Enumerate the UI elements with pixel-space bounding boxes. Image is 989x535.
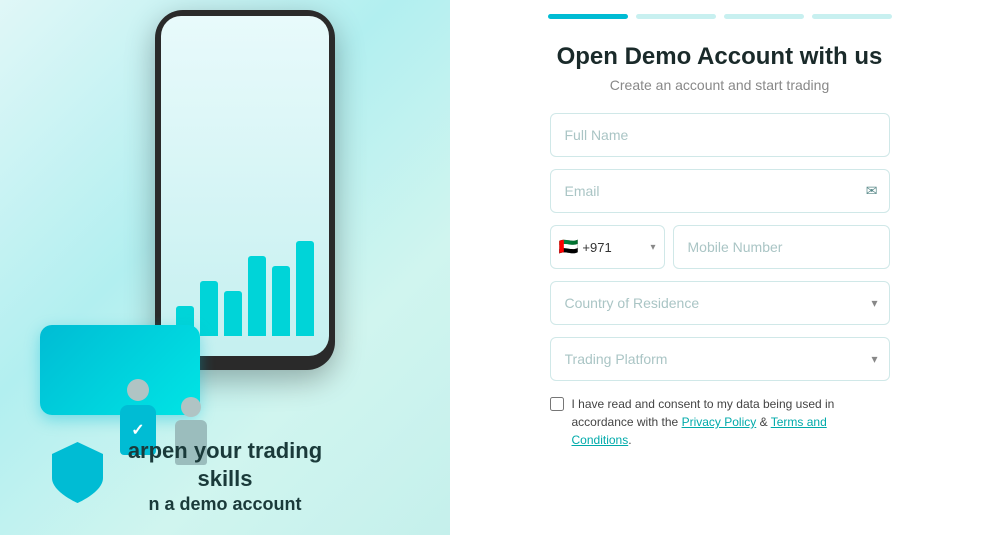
bar-4 (248, 256, 266, 336)
form-container: ✉ 🇦🇪 +971 ▾ Country of Residence United … (550, 113, 890, 449)
consent-checkbox[interactable] (550, 397, 564, 411)
mobile-number-input[interactable] (673, 225, 890, 269)
form-title: Open Demo Account with us (557, 43, 883, 71)
consent-ampersand: & (756, 415, 770, 429)
left-heading-line1: arpen your trading (0, 437, 450, 466)
bar-2 (200, 281, 218, 336)
person-head-2 (181, 397, 201, 417)
full-name-input[interactable] (550, 113, 890, 157)
country-residence-select[interactable]: Country of Residence United Arab Emirate… (550, 281, 890, 325)
phone-body (155, 10, 335, 370)
country-code-text: +971 (582, 240, 611, 255)
step-bar-1 (548, 14, 628, 19)
trading-platform-wrapper: Trading Platform MT4 MT5 ▾ (550, 337, 890, 381)
bar-6 (296, 241, 314, 336)
consent-end: . (628, 433, 631, 447)
country-residence-wrapper: Country of Residence United Arab Emirate… (550, 281, 890, 325)
left-text: arpen your trading skills n a demo accou… (0, 437, 450, 515)
person-head (127, 379, 149, 401)
flag-emoji: 🇦🇪 (559, 237, 579, 257)
country-code-dropdown[interactable]: 🇦🇪 +971 ▾ (550, 225, 665, 269)
right-panel: Open Demo Account with us Create an acco… (450, 0, 989, 535)
phone-screen (161, 16, 329, 356)
email-input[interactable] (550, 169, 890, 213)
bar-5 (272, 266, 290, 336)
chart (176, 216, 314, 336)
phone-illustration (145, 0, 345, 380)
form-subtitle: Create an account and start trading (610, 77, 829, 93)
consent-row: I have read and consent to my data being… (550, 395, 890, 449)
left-panel: ✓ arpen your trading skills n a demo acc… (0, 0, 450, 535)
chevron-down-icon: ▾ (650, 242, 655, 253)
trading-platform-select[interactable]: Trading Platform MT4 MT5 (550, 337, 890, 381)
privacy-policy-link[interactable]: Privacy Policy (682, 415, 757, 429)
step-bar-2 (636, 14, 716, 19)
email-wrapper: ✉ (550, 169, 890, 213)
left-heading-line3: n a demo account (0, 494, 450, 515)
consent-text: I have read and consent to my data being… (572, 395, 890, 449)
left-heading-line2: skills (0, 465, 450, 494)
email-icon: ✉ (866, 183, 878, 200)
flag-code: 🇦🇪 +971 (559, 237, 612, 257)
progress-steps (480, 14, 959, 19)
step-bar-4 (812, 14, 892, 19)
step-bar-3 (724, 14, 804, 19)
phone-row: 🇦🇪 +971 ▾ (550, 225, 890, 269)
bar-3 (224, 291, 242, 336)
